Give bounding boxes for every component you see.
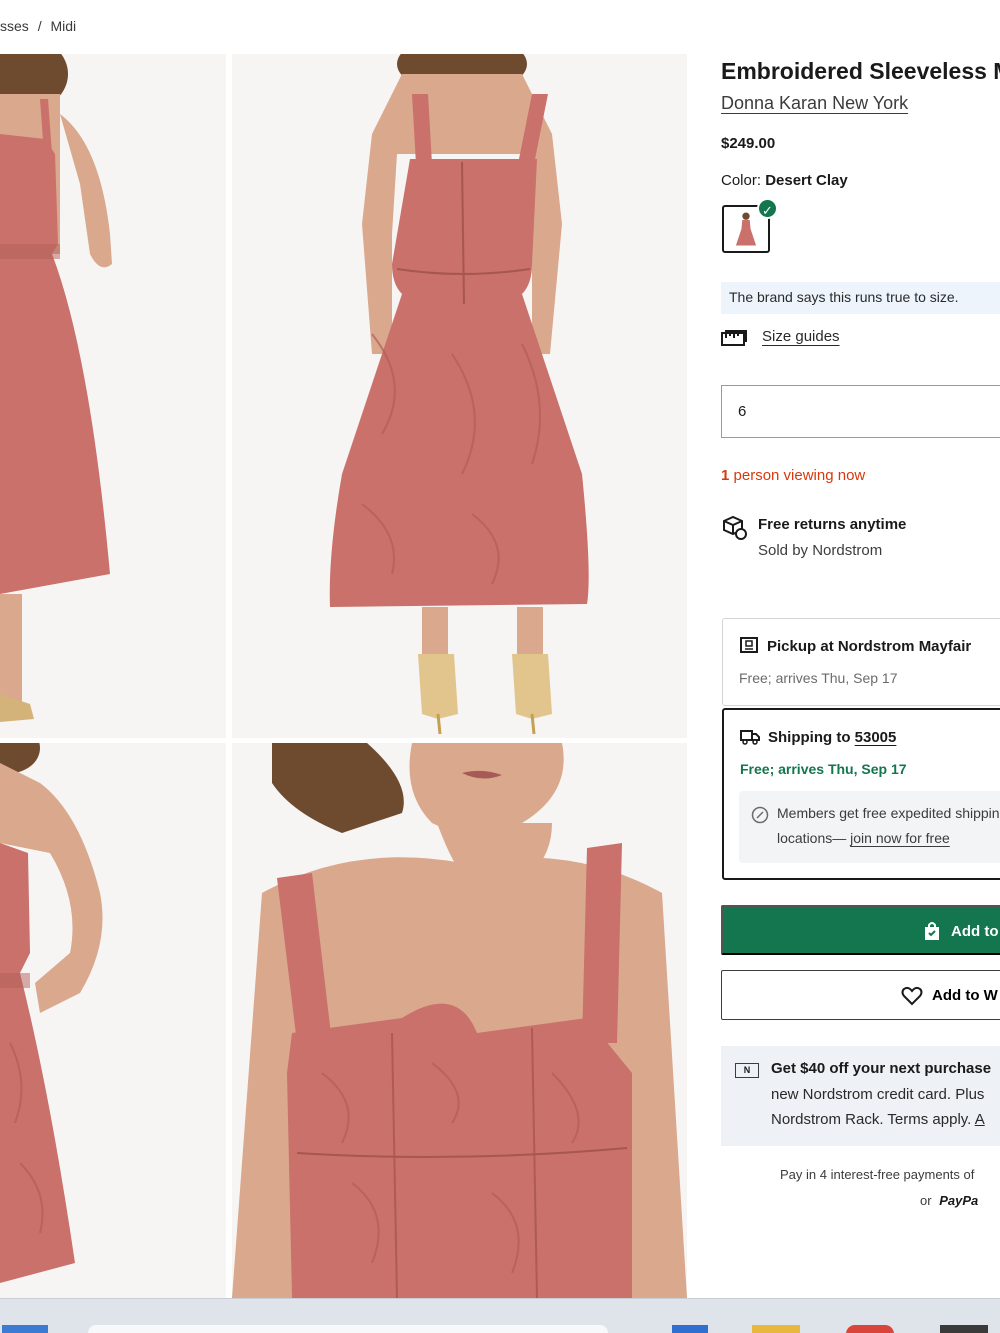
membership-icon: [751, 806, 769, 824]
nordstrom-card-icon: N: [735, 1063, 759, 1078]
members-line-2: locations— join now for free: [777, 830, 950, 846]
browser-icon[interactable]: [846, 1325, 894, 1333]
breadcrumb-item-dresses[interactable]: sses: [0, 18, 29, 34]
join-now-link[interactable]: join now for free: [850, 830, 950, 846]
shipping-row: Shipping to 53005: [740, 727, 896, 746]
shipping-prefix: Shipping to: [768, 729, 851, 746]
size-guide-icon: [721, 330, 747, 346]
breadcrumb-item-midi[interactable]: Midi: [50, 18, 76, 34]
add-to-wishlist-button[interactable]: Add to W: [721, 970, 1000, 1020]
truck-icon: [740, 730, 760, 745]
members-shipping-note: Members get free expedited shippin locat…: [739, 791, 1000, 863]
color-value: Desert Clay: [765, 172, 848, 189]
product-photo-side[interactable]: [0, 54, 226, 738]
paypal-row[interactable]: or PayPa: [920, 1193, 978, 1208]
breadcrumb: sses / Midi: [0, 18, 81, 34]
taskbar-app-icon-2[interactable]: [940, 1325, 988, 1333]
breadcrumb-separator: /: [37, 18, 42, 34]
promo-apply-link[interactable]: A: [975, 1111, 985, 1128]
returns-box-icon: [723, 515, 747, 540]
promo-line-3-text: Nordstrom Rack. Terms apply.: [771, 1111, 972, 1128]
color-label: Color:: [721, 172, 762, 189]
members-line-1: Members get free expedited shippin: [777, 805, 1000, 821]
promo-line-2: new Nordstrom credit card. Plus: [771, 1086, 985, 1103]
selected-check-icon: ✓: [757, 198, 778, 219]
store-icon: [740, 637, 758, 653]
credit-card-promo: N Get $40 off your next purchase new Nor…: [721, 1046, 1000, 1146]
viewing-label: person viewing now: [733, 467, 866, 484]
add-to-bag-button[interactable]: Add to: [721, 905, 1000, 955]
pay-in-4-text: Pay in 4 interest-free payments of: [780, 1167, 975, 1182]
promo-line-3: Nordstrom Rack. Terms apply. A: [771, 1111, 985, 1128]
returns-title: Free returns anytime: [758, 516, 907, 533]
shipping-option-card[interactable]: Shipping to 53005 Free; arrives Thu, Sep…: [722, 708, 1000, 880]
pickup-row: Pickup at Nordstrom Mayfair: [739, 636, 971, 655]
taskbar-search-box[interactable]: [88, 1325, 608, 1333]
heart-icon: [901, 986, 923, 1006]
product-image-gallery: [0, 54, 688, 1298]
size-select-value: 6: [738, 403, 747, 420]
returns-seller: Sold by Nordstrom: [758, 542, 883, 559]
size-guides-label: Size guides: [762, 328, 840, 345]
add-to-wishlist-label: Add to W: [932, 987, 998, 1004]
pickup-label: Pickup at Nordstrom Mayfair: [767, 638, 972, 655]
pickup-option-card[interactable]: Pickup at Nordstrom Mayfair Free; arrive…: [722, 618, 1000, 706]
start-icon[interactable]: [2, 1325, 48, 1333]
free-returns-block: Free returns anytime Sold by Nordstrom: [721, 512, 1000, 566]
shopping-bag-icon: [925, 922, 939, 940]
product-photo-closeup[interactable]: [232, 743, 687, 1298]
product-title: Embroidered Sleeveless M: [721, 58, 1000, 84]
shipping-zip-link[interactable]: 53005: [855, 729, 897, 746]
viewing-now-text: 1 person viewing now: [721, 467, 865, 484]
paypal-icon: PayPa: [939, 1193, 979, 1208]
brand-link[interactable]: Donna Karan New York: [721, 93, 908, 114]
paypal-or: or: [920, 1193, 932, 1208]
members-line-2-prefix: locations—: [777, 830, 847, 846]
product-photo-back[interactable]: [232, 54, 687, 738]
size-select[interactable]: 6: [721, 385, 1000, 438]
promo-line-1: Get $40 off your next purchase: [771, 1060, 992, 1077]
taskbar-app-icon[interactable]: [672, 1325, 708, 1333]
os-taskbar: [0, 1298, 1000, 1333]
pickup-detail: Free; arrives Thu, Sep 17: [739, 670, 898, 686]
color-label-row: Color: Desert Clay: [721, 172, 848, 189]
viewing-count: 1: [721, 467, 730, 484]
file-explorer-icon[interactable]: [752, 1325, 800, 1333]
add-to-bag-label: Add to: [951, 923, 999, 940]
fit-note: The brand says this runs true to size.: [721, 282, 1000, 314]
shipping-detail: Free; arrives Thu, Sep 17: [740, 761, 907, 777]
product-price: $249.00: [721, 135, 776, 152]
product-info-panel: Embroidered Sleeveless M Donna Karan New…: [721, 54, 1000, 1298]
product-photo-pose[interactable]: [0, 743, 226, 1298]
